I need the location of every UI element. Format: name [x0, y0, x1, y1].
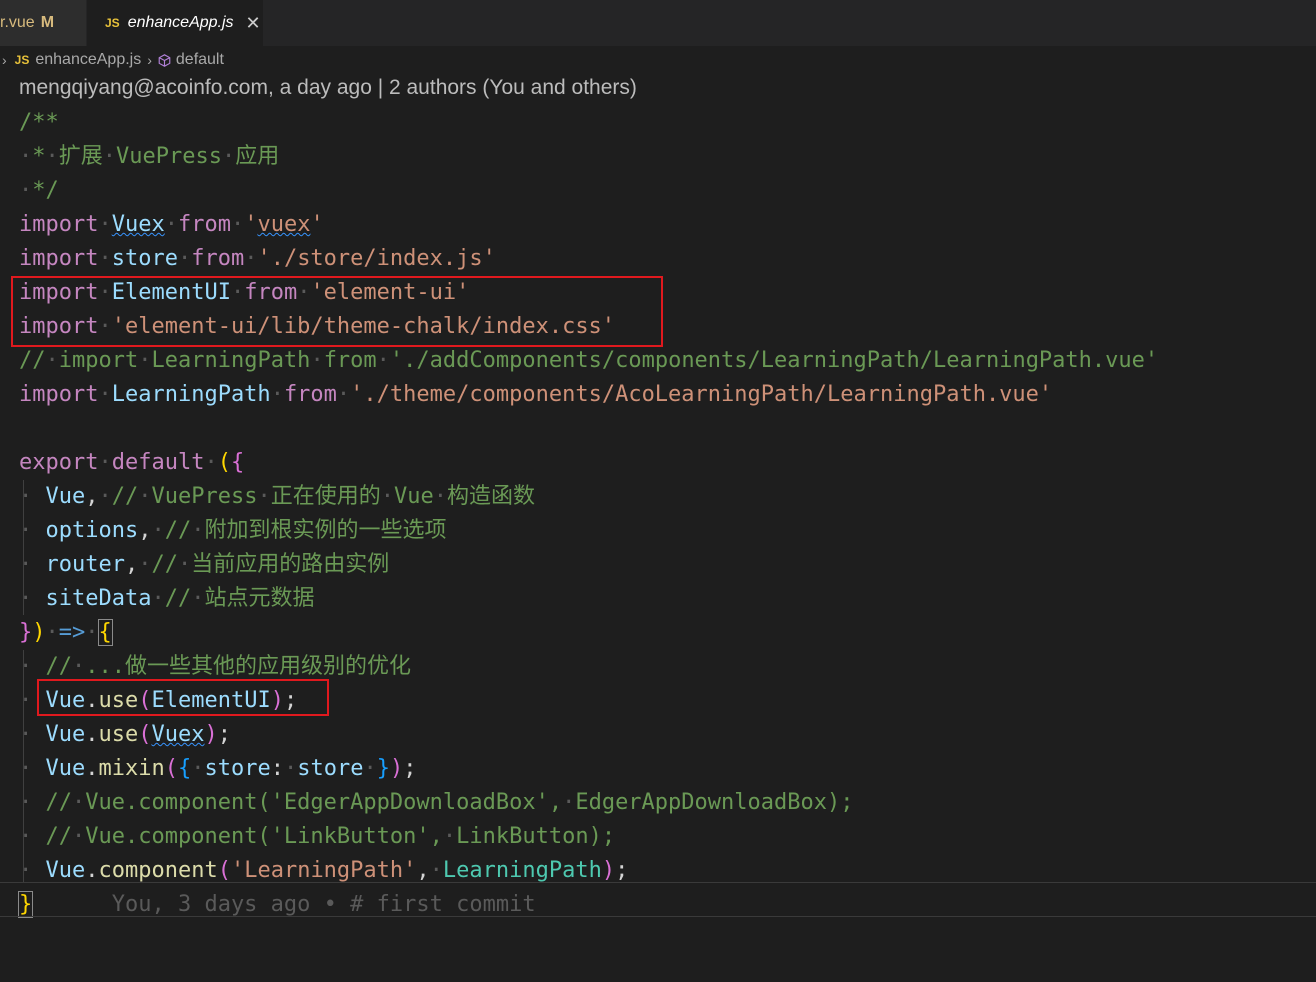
- chevron-right-icon: ›: [2, 52, 7, 68]
- code-line: · Vue.mixin({·store:·store·});: [19, 756, 417, 781]
- code-line: //·import·LearningPath·from·'./addCompon…: [19, 348, 1159, 373]
- code-line: · Vue.use(Vuex);: [19, 722, 231, 747]
- symbol-method-icon: [158, 53, 171, 67]
- breadcrumb-symbol[interactable]: default: [176, 51, 224, 69]
- highlight-box-vue-use-elementui: [37, 679, 329, 716]
- close-icon[interactable]: ✕: [246, 13, 261, 34]
- current-line-border: [0, 916, 1316, 917]
- modified-badge: M: [40, 14, 55, 31]
- tab-label: r.vue: [0, 14, 35, 31]
- git-blame-codelens[interactable]: mengqiyang@acoinfo.com, a day ago | 2 au…: [19, 76, 637, 100]
- breadcrumb: › JS enhanceApp.js › default: [0, 46, 1316, 74]
- code-line: import·Vuex·from·'vuex': [19, 212, 324, 237]
- tab-bar: r.vue M JS enhanceApp.js ✕: [0, 0, 1316, 46]
- js-file-icon: JS: [105, 16, 120, 30]
- breadcrumb-file[interactable]: enhanceApp.js: [35, 51, 141, 69]
- code-line: · siteData·//·站点元数据: [19, 586, 315, 611]
- tab-label: enhanceApp.js: [127, 14, 234, 31]
- current-line-border: [0, 882, 1316, 883]
- code-line: import·store·from·'./store/index.js': [19, 246, 496, 271]
- code-line: · //·Vue.component('EdgerAppDownloadBox'…: [19, 790, 854, 815]
- editor-code-area[interactable]: /** ·*·扩展·VuePress·应用 ·*/ import·Vuex·fr…: [17, 106, 1159, 922]
- indent-guide: [23, 650, 24, 883]
- code-line: /**: [19, 110, 59, 135]
- code-line: · //·Vue.component('LinkButton',·LinkBut…: [19, 824, 616, 849]
- code-line: export·default·({: [19, 450, 245, 475]
- js-file-icon: JS: [14, 53, 30, 67]
- highlight-box-elementui-import: [11, 276, 663, 347]
- indent-guide: [23, 480, 24, 615]
- code-line: · router,·//·当前应用的路由实例: [19, 552, 390, 577]
- chevron-right-icon: ›: [147, 52, 152, 68]
- code-line: · Vue,·//·VuePress·正在使用的·Vue·构造函数: [19, 484, 535, 509]
- code-line: ·*·扩展·VuePress·应用: [19, 144, 280, 169]
- tab-enhanceapp[interactable]: JS enhanceApp.js ✕: [87, 0, 263, 46]
- code-line: ·*/: [19, 178, 59, 203]
- code-line: })·=>·{: [19, 619, 113, 646]
- tab-vue-file[interactable]: r.vue M: [0, 0, 86, 46]
- inline-blame: You, 3 days ago • # first commit: [111, 892, 536, 917]
- code-line: · options,·//·附加到根实例的一些选项: [19, 518, 447, 543]
- code-line: import·LearningPath·from·'./theme/compon…: [19, 382, 1053, 407]
